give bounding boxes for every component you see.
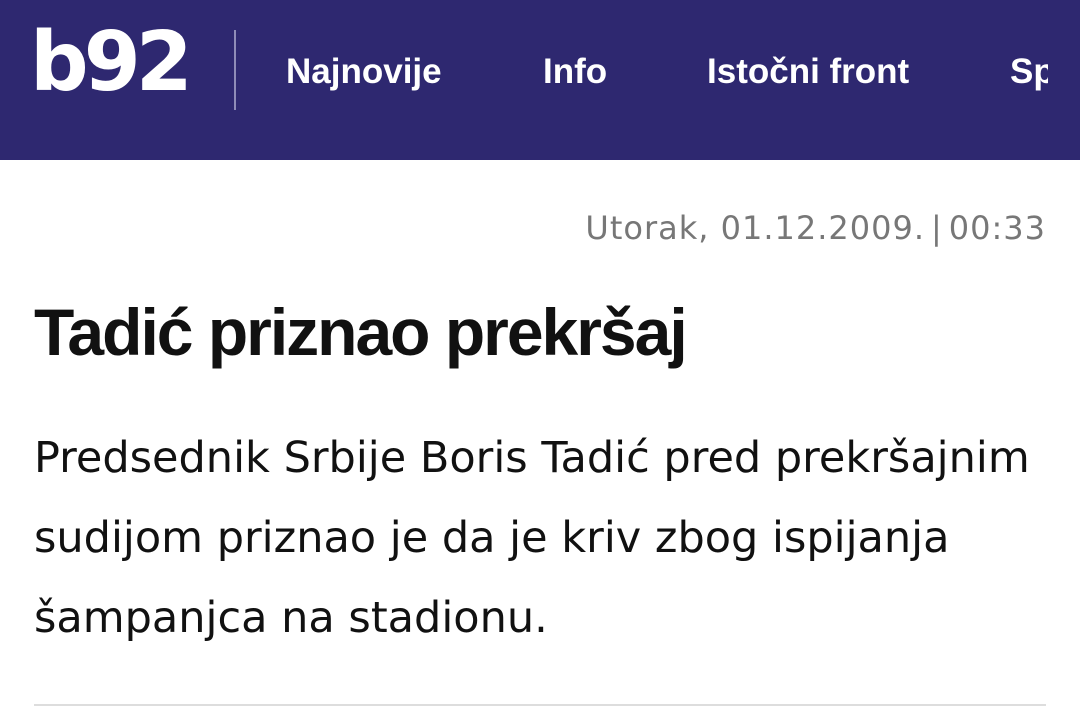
nav-item-sport[interactable]: Sport xyxy=(1010,50,1048,94)
article-time: 00:33 xyxy=(948,209,1046,247)
nav-item-info[interactable]: Info xyxy=(543,50,607,94)
article-title: Tadić priznao prekršaj xyxy=(34,295,688,369)
top-navigation-bar: b92 Najnovije Info Istočni front Sport xyxy=(0,0,1080,160)
article-summary: Predsednik Srbije Boris Tadić pred prekr… xyxy=(34,433,1030,643)
article-date: Utorak, 01.12.2009. xyxy=(585,209,925,247)
nav-item-istocni-front[interactable]: Istočni front xyxy=(707,50,909,94)
date-time-separator: | xyxy=(931,209,943,247)
nav-item-najnovije[interactable]: Najnovije xyxy=(286,50,442,94)
main-navigation: Najnovije Info Istočni front Sport xyxy=(0,50,1080,94)
content-divider xyxy=(34,704,1046,706)
article-dateline: Utorak, 01.12.2009. | 00:33 xyxy=(585,206,1046,250)
